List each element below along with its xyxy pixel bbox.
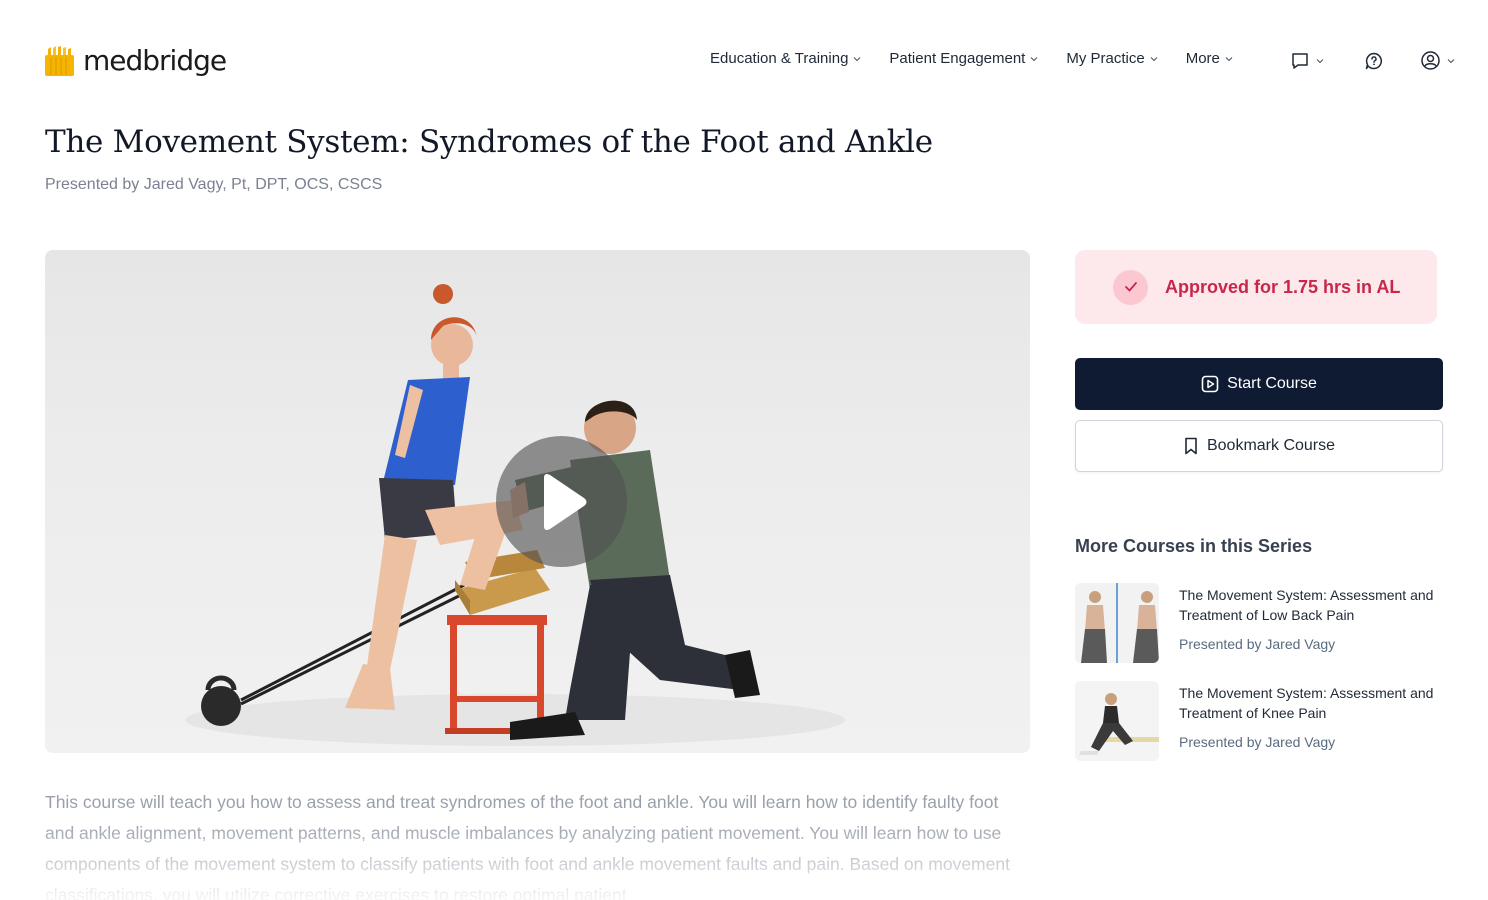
top-navigation-bar: medbridge Education & Training Patient E… — [0, 0, 1488, 122]
header-icon-group — [1290, 50, 1455, 71]
user-account-icon — [1421, 51, 1440, 70]
messages-menu-button[interactable] — [1290, 51, 1324, 71]
play-video-button[interactable] — [496, 436, 627, 567]
nav-item-label: Patient Engagement — [889, 50, 1026, 67]
bookmark-course-button[interactable]: Bookmark Course — [1075, 420, 1443, 472]
course-video-player[interactable] — [45, 250, 1030, 753]
bookmark-icon — [1185, 437, 1197, 455]
check-circle-icon — [1113, 269, 1148, 305]
start-course-label: Start Course — [1227, 375, 1317, 392]
series-course-title[interactable]: The Movement System: Assessment and Trea… — [1179, 683, 1469, 723]
bookmark-course-label: Bookmark Course — [1206, 437, 1336, 454]
chat-icon — [1292, 52, 1308, 69]
nav-patient-engagement[interactable]: Patient Engagement — [889, 50, 1038, 67]
series-section-title: More Courses in this Series — [1075, 536, 1313, 556]
chevron-down-icon — [1316, 58, 1324, 63]
play-icon — [543, 473, 586, 530]
play-square-icon — [1201, 375, 1219, 393]
main-nav: Education & Training Patient Engagement … — [710, 50, 1261, 67]
medbridge-logo[interactable]: medbridge — [45, 44, 227, 77]
nav-item-label: Education & Training — [710, 50, 849, 67]
series-course-card[interactable]: The Movement System: Assessment and Trea… — [1075, 583, 1475, 663]
chevron-down-icon — [1225, 56, 1233, 61]
series-course-title[interactable]: The Movement System: Assessment and Trea… — [1179, 585, 1469, 625]
course-description: This course will teach you how to assess… — [45, 792, 1010, 900]
course-thumbnail — [1075, 583, 1159, 663]
nav-item-label: More — [1185, 50, 1220, 67]
course-presenter: Presented by Jared Vagy, Pt, DPT, OCS, C… — [45, 176, 383, 193]
chevron-down-icon — [1447, 58, 1455, 63]
start-course-button[interactable]: Start Course — [1075, 358, 1443, 410]
series-course-presenter: Presented by Jared Vagy — [1179, 636, 1336, 652]
series-course-presenter: Presented by Jared Vagy — [1179, 734, 1336, 750]
account-menu-button[interactable] — [1420, 50, 1455, 71]
course-thumbnail — [1075, 681, 1159, 761]
approval-text: Approved for 1.75 hrs in AL — [1165, 276, 1401, 297]
nav-more[interactable]: More — [1186, 50, 1233, 67]
nav-item-label: My Practice — [1066, 50, 1145, 67]
approval-badge: Approved for 1.75 hrs in AL — [1075, 250, 1437, 324]
nav-education-training[interactable]: Education & Training — [710, 50, 861, 67]
help-chat-button[interactable] — [1364, 51, 1384, 71]
nav-my-practice[interactable]: My Practice — [1066, 50, 1158, 67]
chevron-down-icon — [854, 56, 861, 61]
chevron-down-icon — [1150, 56, 1158, 61]
help-chat-icon — [1365, 52, 1383, 69]
chevron-down-icon — [1030, 56, 1038, 61]
brand-name: medbridge — [83, 44, 227, 77]
page-title: The Movement System: Syndromes of the Fo… — [45, 124, 933, 160]
medbridge-logo-icon — [45, 45, 74, 76]
series-course-card[interactable]: The Movement System: Assessment and Trea… — [1075, 681, 1475, 761]
